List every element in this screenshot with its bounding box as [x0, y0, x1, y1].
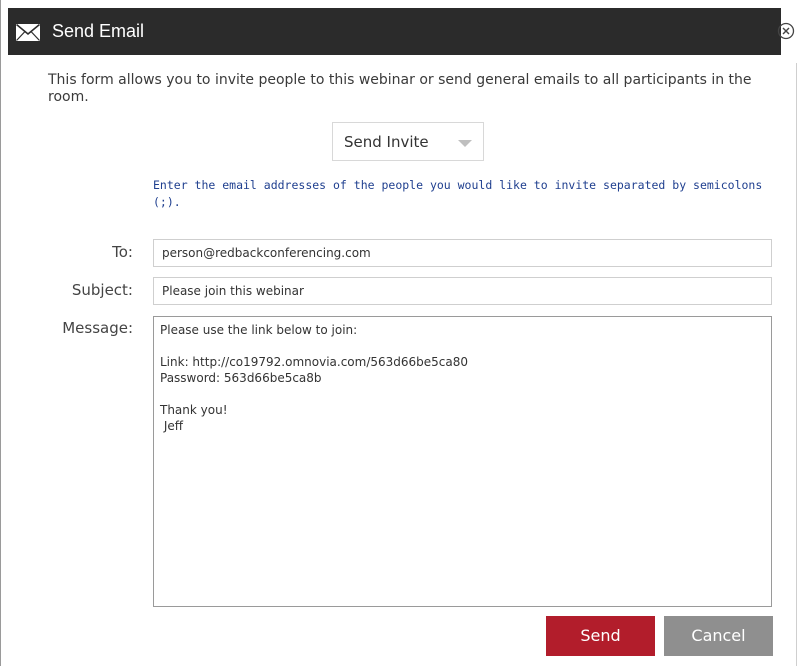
close-circle-icon[interactable]	[776, 21, 796, 41]
to-field[interactable]	[153, 239, 772, 267]
message-field[interactable]: Please use the link below to join: Link:…	[153, 316, 772, 607]
to-label: To:	[112, 243, 133, 261]
subject-field[interactable]	[153, 277, 772, 305]
chevron-down-icon	[458, 140, 472, 147]
send-button[interactable]: Send	[546, 616, 655, 656]
cancel-button[interactable]: Cancel	[664, 616, 773, 656]
mode-select-value: Send Invite	[344, 133, 429, 151]
invite-hint: Enter the email addresses of the people …	[153, 178, 763, 209]
send-email-dialog: Send Email This form allows you to invit…	[0, 0, 797, 666]
window-title: Send Email	[52, 21, 145, 41]
message-label: Message:	[62, 319, 133, 337]
envelope-icon	[16, 24, 40, 41]
title-bar: Send Email	[1, 0, 797, 63]
mode-select[interactable]: Send Invite	[332, 122, 484, 161]
subject-label: Subject:	[71, 281, 133, 299]
intro-text: This form allows you to invite people to…	[48, 72, 752, 105]
